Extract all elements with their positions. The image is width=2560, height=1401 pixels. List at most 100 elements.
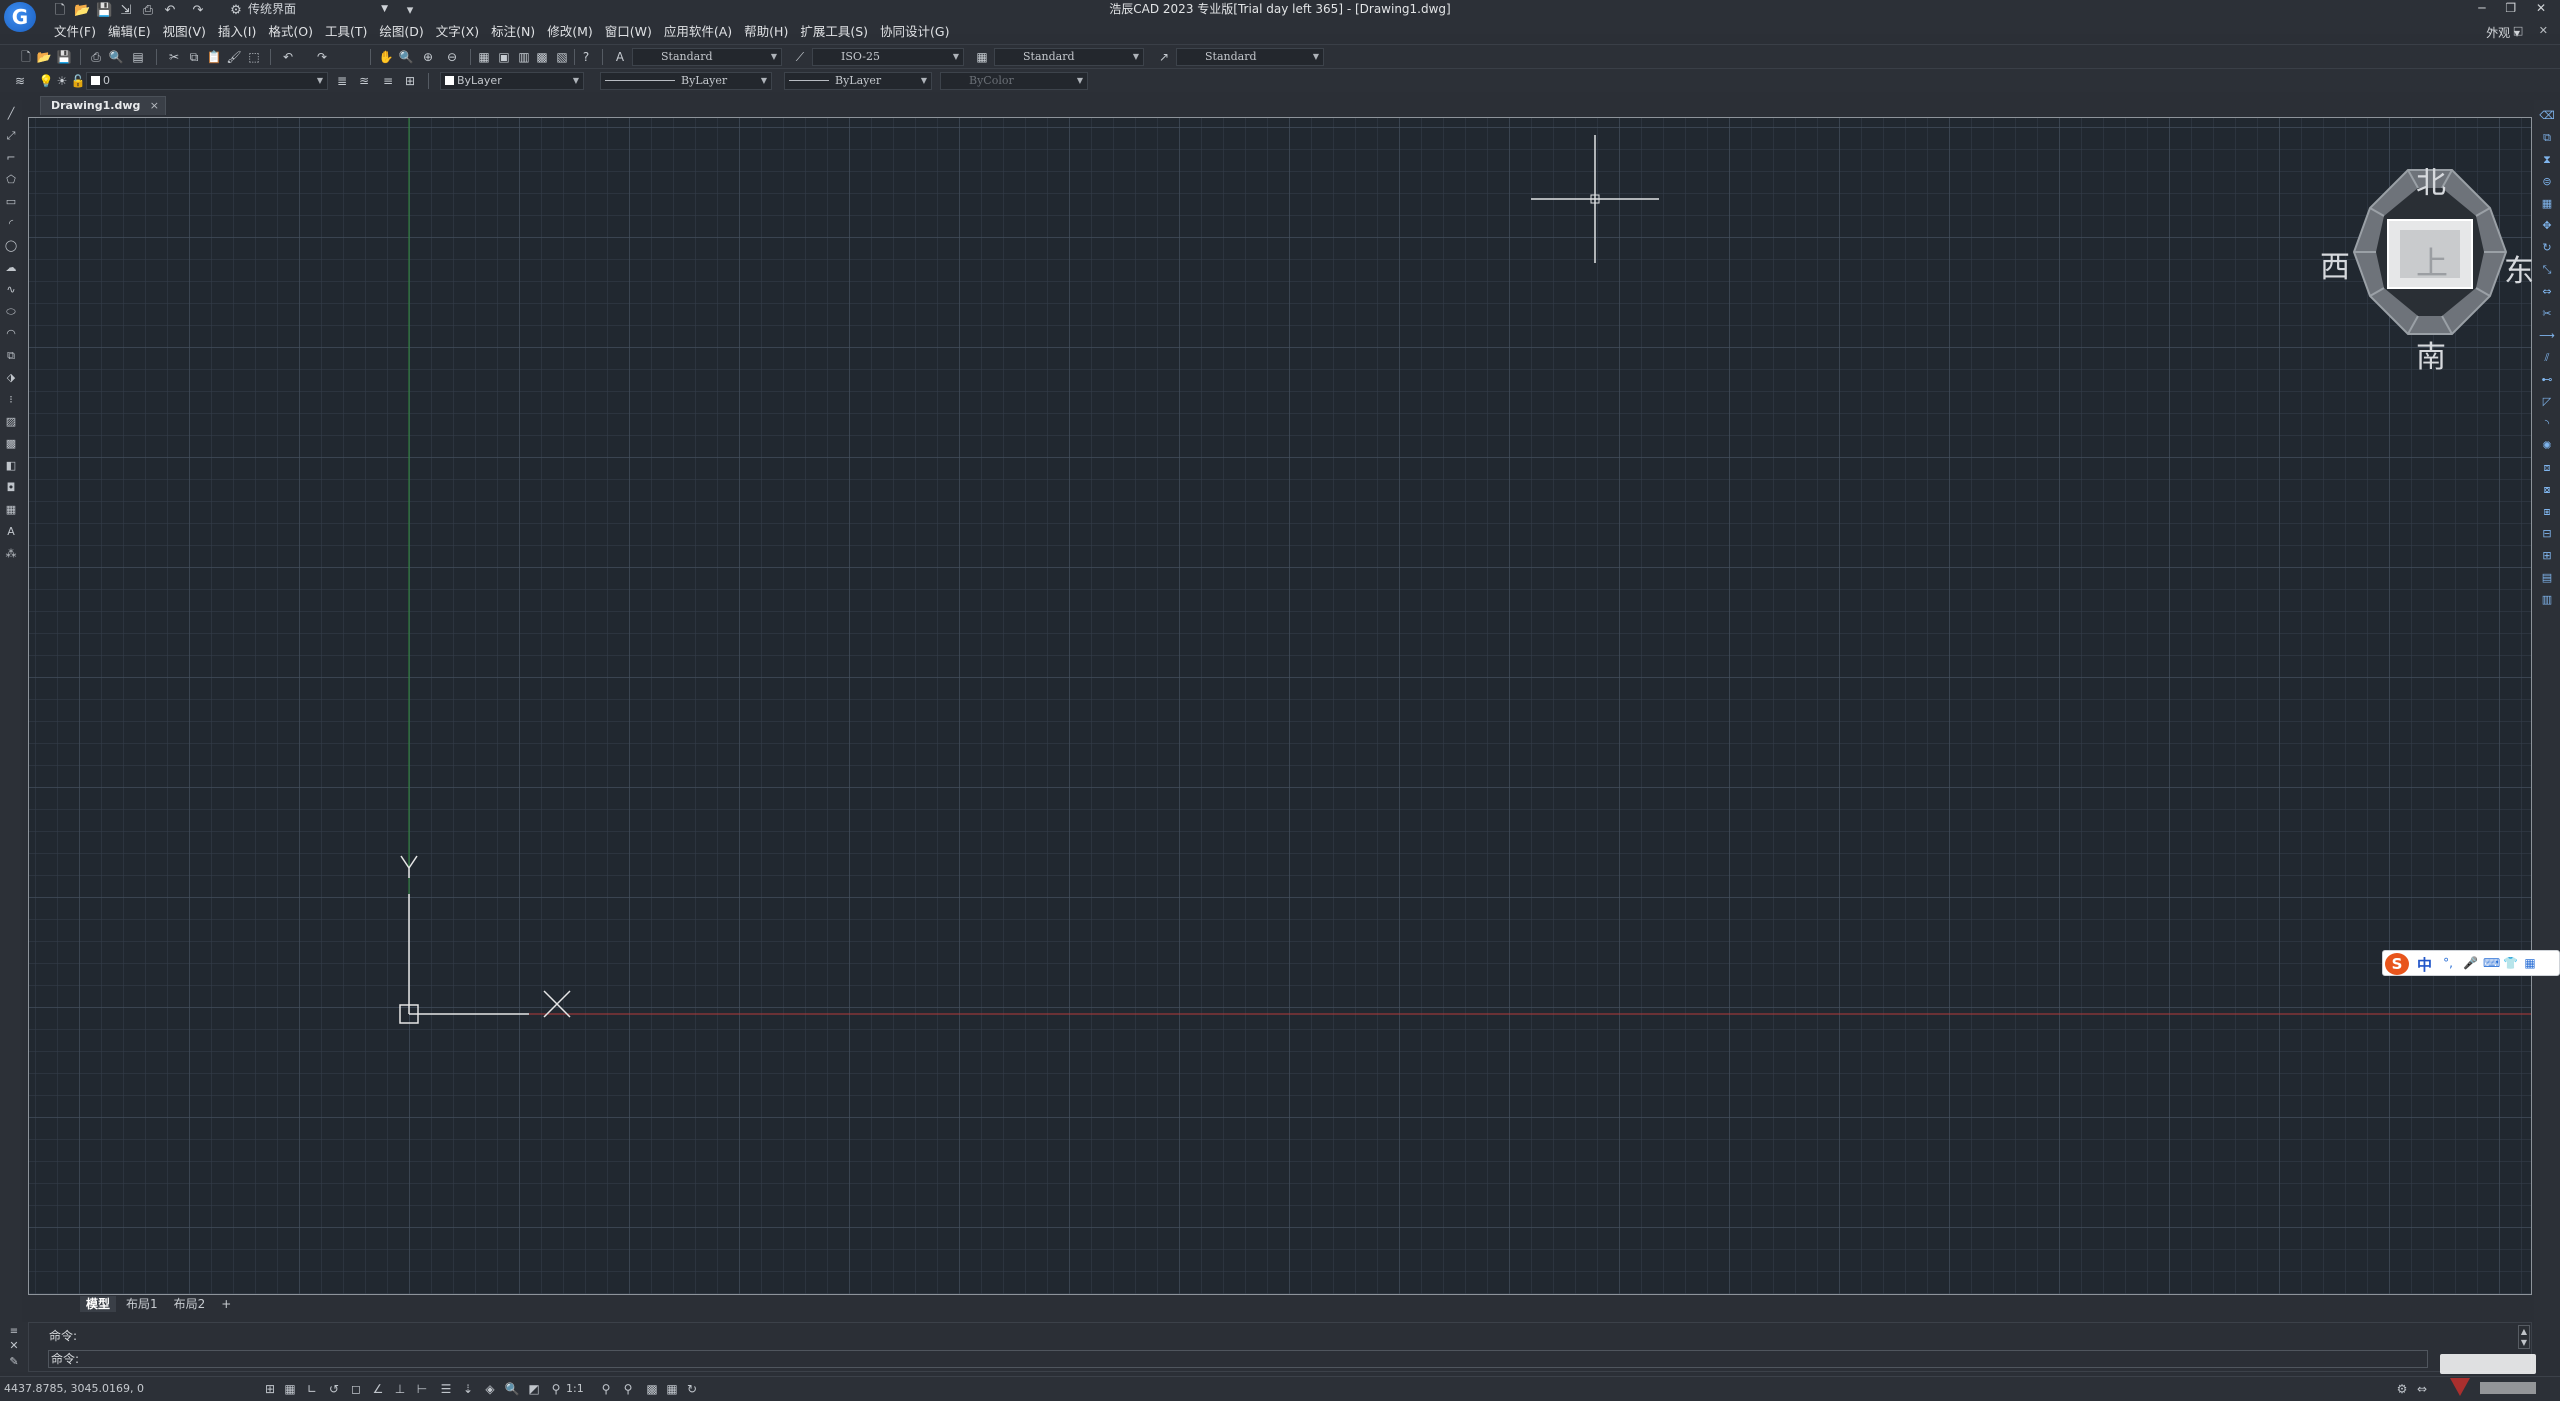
menu-modify[interactable]: 修改(M)	[541, 22, 599, 42]
hatch-to-back-icon[interactable]: ▥	[2539, 592, 2555, 608]
command-input[interactable]: 命令:	[48, 1350, 2428, 1368]
text-style-select[interactable]: Standard ▼	[632, 48, 782, 66]
undo-icon[interactable]: ↶	[280, 49, 296, 65]
drawing-canvas[interactable]: Y X	[28, 117, 2532, 1295]
zoom-icon[interactable]: 🔍	[504, 1381, 520, 1397]
erase-icon[interactable]: ⌫	[2539, 108, 2555, 124]
match-properties-icon[interactable]: 🖌	[226, 49, 242, 65]
color-select[interactable]: ByLayer ▼	[440, 72, 584, 90]
close-icon[interactable]: ✕	[6, 1338, 22, 1354]
close-button[interactable]: ✕	[2536, 1, 2554, 15]
menu-applications[interactable]: 应用软件(A)	[658, 22, 738, 42]
publish-icon[interactable]: ▤	[130, 49, 146, 65]
customize-quick-access-icon[interactable]: ▾	[402, 3, 418, 19]
view-cube-top-face[interactable]: 上	[2416, 238, 2448, 284]
cut-icon[interactable]: ✂	[166, 49, 182, 65]
osnap-icon[interactable]: ◻	[348, 1381, 364, 1397]
menu-help[interactable]: 帮助(H)	[738, 22, 794, 42]
view-cube-north[interactable]: 北	[2416, 158, 2446, 202]
redo-icon[interactable]: ↷	[314, 49, 330, 65]
view-cube-west[interactable]: 西	[2320, 242, 2350, 286]
rectangle-icon[interactable]: ▭	[3, 194, 19, 210]
region-icon[interactable]: ◧	[3, 458, 19, 474]
print-icon[interactable]: ⎙	[140, 3, 156, 19]
block-editor-icon[interactable]: ⬚	[246, 49, 262, 65]
document-tab[interactable]: Drawing1.dwg ×	[40, 96, 166, 115]
plot-icon[interactable]: ⎙	[88, 49, 104, 65]
open-icon[interactable]: 📂	[36, 49, 52, 65]
app-logo[interactable]: G	[4, 2, 36, 32]
trim-icon[interactable]: ✂	[2539, 306, 2555, 322]
hatch-icon[interactable]: ▨	[3, 414, 19, 430]
clean-screen-icon[interactable]: ▦	[664, 1381, 680, 1397]
menu-edit[interactable]: 编辑(E)	[102, 22, 157, 42]
wipeout-icon[interactable]: ◘	[3, 480, 19, 496]
send-to-back-icon[interactable]: ⧆	[2539, 504, 2555, 520]
save-icon[interactable]: 💾	[56, 49, 72, 65]
ime-mode-toggle[interactable]: 中	[2417, 954, 2432, 975]
expand-icon[interactable]: ⇔	[2414, 1381, 2430, 1397]
view-cube-south[interactable]: 南	[2416, 332, 2446, 376]
zoom-realtime-icon[interactable]: 🔍	[398, 49, 414, 65]
otrack-icon[interactable]: ∠	[370, 1381, 386, 1397]
menu-express-tools[interactable]: 扩展工具(S)	[794, 22, 874, 42]
linetype-select[interactable]: ByLayer ▼	[600, 72, 772, 90]
menu-text[interactable]: 文字(X)	[430, 22, 485, 42]
minimize-button[interactable]: ─	[2478, 1, 2493, 15]
text-to-front-icon[interactable]: ▤	[2539, 570, 2555, 586]
gradient-icon[interactable]: ▩	[3, 436, 19, 452]
selection-cycling-icon[interactable]: ◈	[482, 1381, 498, 1397]
revision-cloud-icon[interactable]: ☁	[3, 260, 19, 276]
pan-icon[interactable]: ✋	[378, 49, 394, 65]
copy-icon[interactable]: ⧉	[186, 49, 202, 65]
zoom-previous-icon[interactable]: ⊖	[444, 49, 460, 65]
toolbox-icon[interactable]: ▦	[2523, 956, 2537, 970]
annotation-visibility-icon[interactable]: ⚲	[598, 1381, 614, 1397]
fillet-icon[interactable]: ◝	[2539, 416, 2555, 432]
bring-above-icon[interactable]: ⊟	[2539, 526, 2555, 542]
settings-icon[interactable]: ⚙	[2394, 1381, 2410, 1397]
spline-icon[interactable]: ∿	[3, 282, 19, 298]
lineweight-icon[interactable]: ☰	[438, 1381, 454, 1397]
tab-model[interactable]: 模型	[80, 1296, 117, 1312]
menu-view[interactable]: 视图(V)	[157, 22, 212, 42]
lineweight-select[interactable]: ByLayer ▼	[784, 72, 932, 90]
arc-icon[interactable]: ◜	[3, 216, 19, 232]
join-icon[interactable]: ⊷	[2539, 372, 2555, 388]
transparency-icon[interactable]: ⇣	[460, 1381, 476, 1397]
ime-logo[interactable]: S	[2385, 953, 2409, 975]
move-icon[interactable]: ✥	[2539, 218, 2555, 234]
point-icon[interactable]: ⁝	[3, 392, 19, 408]
zoom-window-icon[interactable]: ⊕	[420, 49, 436, 65]
help-icon[interactable]: ?	[578, 49, 594, 65]
microphone-icon[interactable]: 🎤	[2463, 956, 2478, 970]
snap-icon[interactable]: ⊞	[262, 1381, 278, 1397]
polyline-icon[interactable]: ⌐	[3, 150, 19, 166]
annotation-icon[interactable]: ⚲	[548, 1381, 564, 1397]
new-file-icon[interactable]: 🗋	[52, 3, 68, 19]
view-cube[interactable]: 北 南 东 西 上	[2320, 150, 2540, 380]
dim-style-select[interactable]: ISO-25 ▼	[812, 48, 964, 66]
line-icon[interactable]: ╱	[3, 106, 19, 122]
mirror-icon[interactable]: ⧗	[2539, 152, 2555, 168]
refresh-icon[interactable]: ↻	[684, 1381, 700, 1397]
command-scrollbar[interactable]: ▲ ▼	[2518, 1325, 2530, 1349]
ellipse-arc-icon[interactable]: ◠	[3, 326, 19, 342]
table-icon[interactable]: ▦	[3, 502, 19, 518]
redo-icon[interactable]: ↷	[190, 3, 206, 19]
extend-icon[interactable]: ⟶	[2539, 328, 2555, 344]
polygon-icon[interactable]: ⬠	[3, 172, 19, 188]
layer-isolate-icon[interactable]: ≡	[380, 73, 396, 89]
dyn-icon[interactable]: ⊢	[414, 1381, 430, 1397]
paste-icon[interactable]: 📋	[206, 49, 222, 65]
print-preview-icon[interactable]: 🔍	[108, 49, 124, 65]
save-as-icon[interactable]: ⇲	[118, 3, 134, 19]
properties-icon[interactable]: ▦	[476, 49, 492, 65]
customize-icon[interactable]: ✎	[6, 1354, 22, 1370]
doc-close-button[interactable]: ✕	[2539, 24, 2554, 37]
layer-select[interactable]: 0 ▼	[86, 72, 328, 90]
auto-scale-icon[interactable]: ⚲	[620, 1381, 636, 1397]
menu-tools[interactable]: 工具(T)	[319, 22, 373, 42]
mtext-icon[interactable]: A	[3, 524, 19, 540]
workspace-select[interactable]: 传统界面 ▼	[248, 1, 388, 18]
